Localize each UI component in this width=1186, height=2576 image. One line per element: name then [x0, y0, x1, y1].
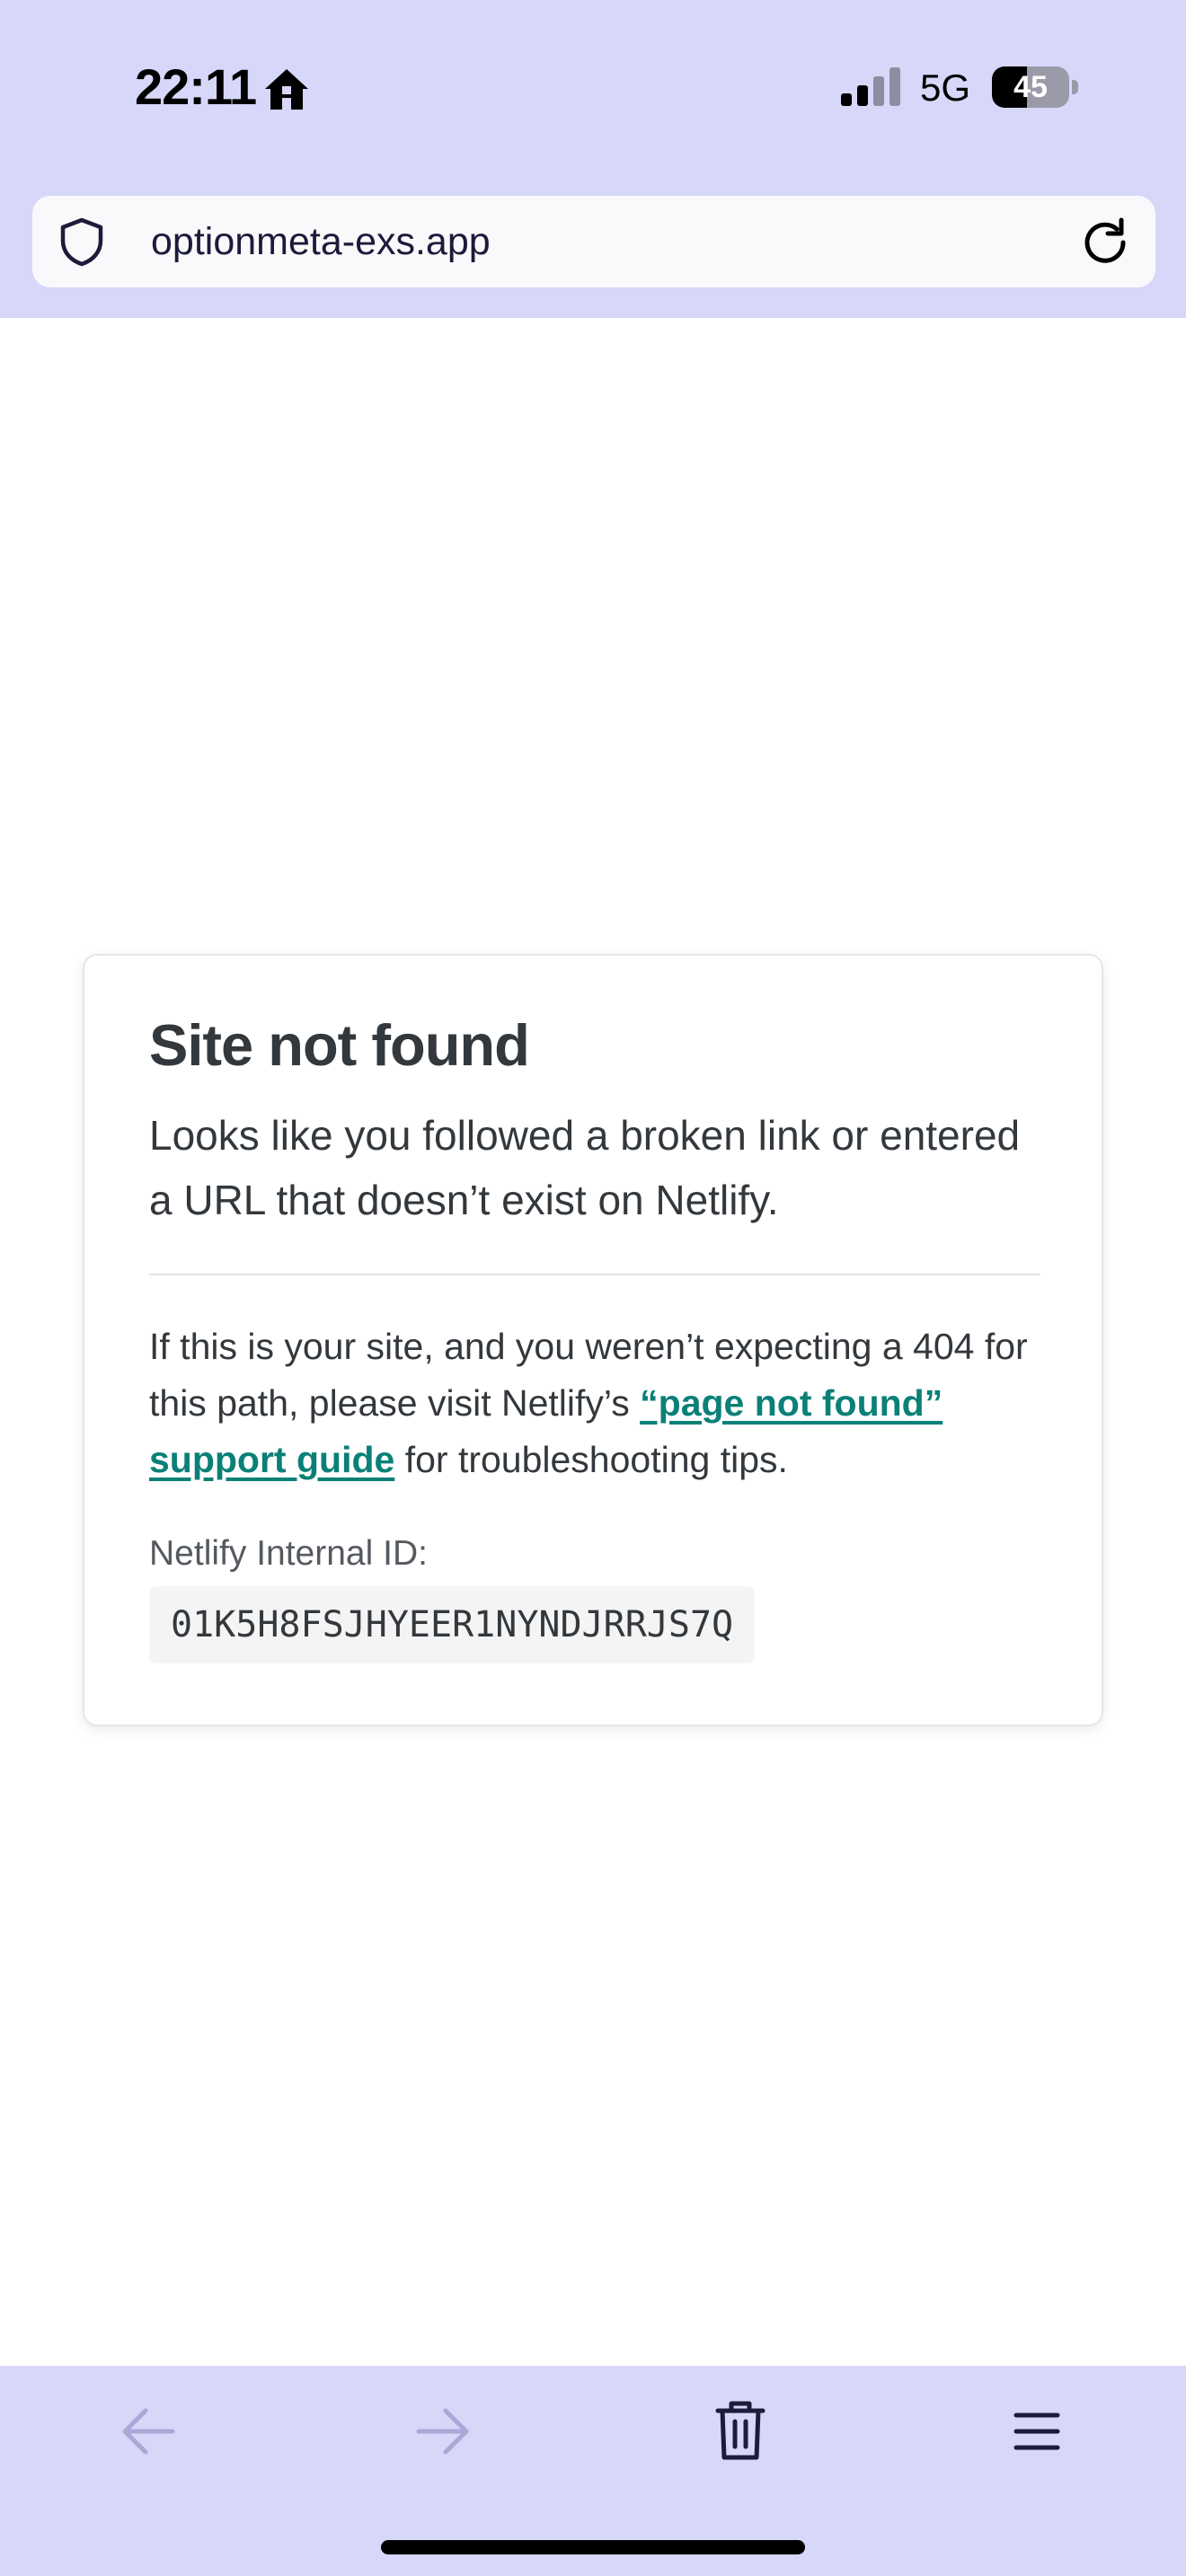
- url-text[interactable]: optionmeta-exs.app: [151, 196, 491, 287]
- top-chrome: 22:11 5G 45 optionmeta-exs.app: [0, 0, 1186, 318]
- trash-icon[interactable]: [700, 2391, 781, 2472]
- battery-icon: 45: [992, 66, 1078, 108]
- home-icon: [265, 69, 308, 110]
- forward-arrow-icon[interactable]: [403, 2391, 484, 2472]
- bottom-toolbar: [0, 2366, 1186, 2576]
- internal-id-label: Netlify Internal ID:: [149, 1534, 428, 1573]
- divider: [149, 1274, 1040, 1275]
- page-title: Site not found: [149, 1012, 530, 1078]
- browser-window: 22:11 5G 45 optionmeta-exs.app Site not …: [0, 0, 1186, 2576]
- error-description: Looks like you followed a broken link or…: [149, 1112, 1021, 1223]
- battery-percent: 45: [1013, 70, 1048, 104]
- menu-button[interactable]: [996, 2391, 1077, 2472]
- reload-icon[interactable]: [1078, 216, 1132, 269]
- help-paragraph: If this is your site, and you weren’t ex…: [149, 1319, 1048, 1488]
- status-time: 22:11: [135, 58, 257, 115]
- error-card: Site not found Looks like you followed a…: [83, 954, 1103, 1726]
- network-label: 5G: [920, 66, 971, 109]
- back-arrow-icon[interactable]: [107, 2391, 188, 2472]
- battery-cap: [1072, 80, 1078, 94]
- back-button[interactable]: [107, 2391, 188, 2472]
- clear-data-button[interactable]: [700, 2391, 781, 2472]
- forward-button[interactable]: [403, 2391, 484, 2472]
- help-text-after: for troubleshooting tips.: [394, 1439, 788, 1480]
- shield-icon[interactable]: [56, 216, 108, 268]
- internal-id-value: 01K5H8FSJHYEER1NYNDJRRJS7Q: [149, 1586, 756, 1663]
- home-indicator[interactable]: [381, 2540, 805, 2554]
- url-bar[interactable]: optionmeta-exs.app: [32, 196, 1155, 287]
- signal-icon: [841, 67, 900, 106]
- menu-icon[interactable]: [996, 2391, 1077, 2472]
